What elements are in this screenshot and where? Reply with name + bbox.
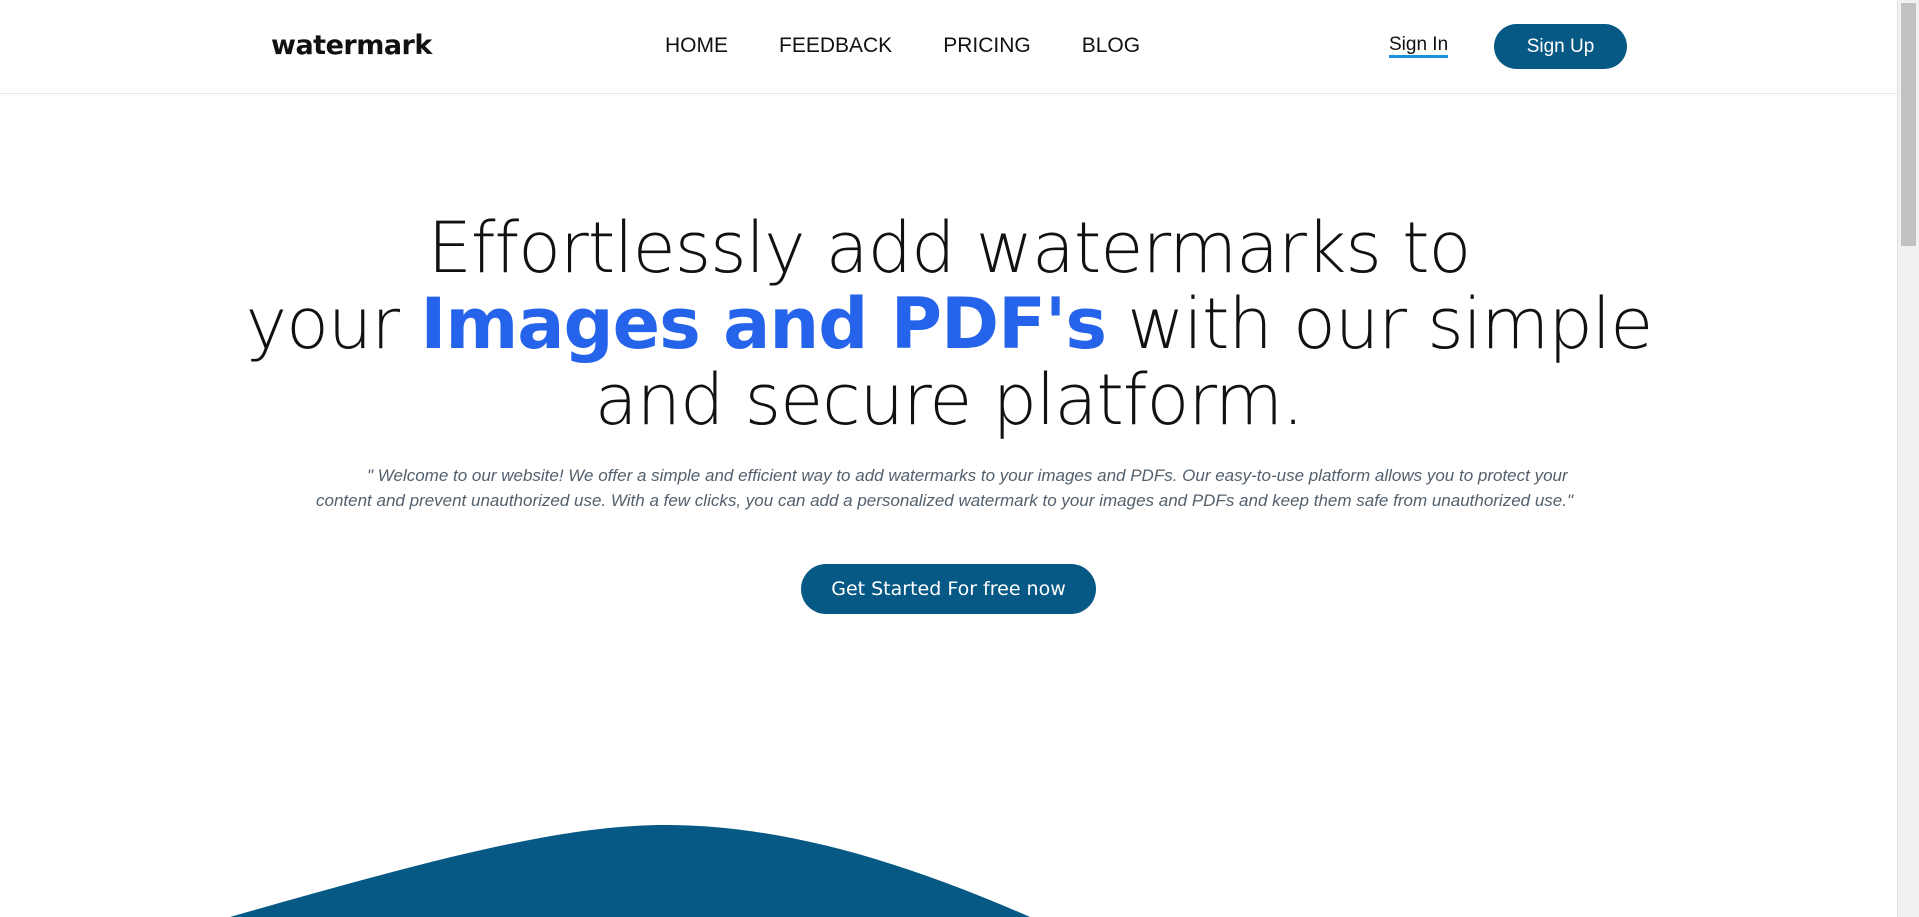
nav-feedback[interactable]: FEEDBACK (779, 34, 892, 58)
page: watermark HOME FEEDBACK PRICING BLOG Sig… (0, 0, 1919, 917)
hero-line-1: Effortlessly add watermarks to (427, 207, 1472, 289)
decorative-wave (230, 825, 1030, 917)
sign-up-button[interactable]: Sign Up (1494, 24, 1627, 69)
hero-blurb: " Welcome to our website! We offer a sim… (316, 466, 1574, 510)
vertical-scrollbar[interactable] (1897, 0, 1919, 917)
wave-shape (230, 825, 1030, 917)
nav-home[interactable]: HOME (665, 34, 728, 58)
scrollbar-thumb[interactable] (1901, 3, 1916, 246)
site-header: watermark HOME FEEDBACK PRICING BLOG Sig… (0, 0, 1898, 94)
nav-blog[interactable]: BLOG (1082, 34, 1140, 58)
hero-accent: Images and PDF's (420, 283, 1107, 365)
hero-line-2-pre: your (245, 283, 421, 365)
hero-line-3: and secure platform. (594, 359, 1305, 441)
sign-in-link[interactable]: Sign In (1389, 35, 1449, 58)
hero-line-2-post: with our simple (1106, 283, 1653, 365)
hero-headline: Effortlessly add watermarks to your Imag… (0, 210, 1898, 438)
site-logo[interactable]: watermark (271, 30, 432, 61)
nav-pricing[interactable]: PRICING (943, 34, 1031, 58)
get-started-button[interactable]: Get Started For free now (801, 564, 1096, 614)
main-nav: HOME FEEDBACK PRICING BLOG (665, 34, 1191, 58)
